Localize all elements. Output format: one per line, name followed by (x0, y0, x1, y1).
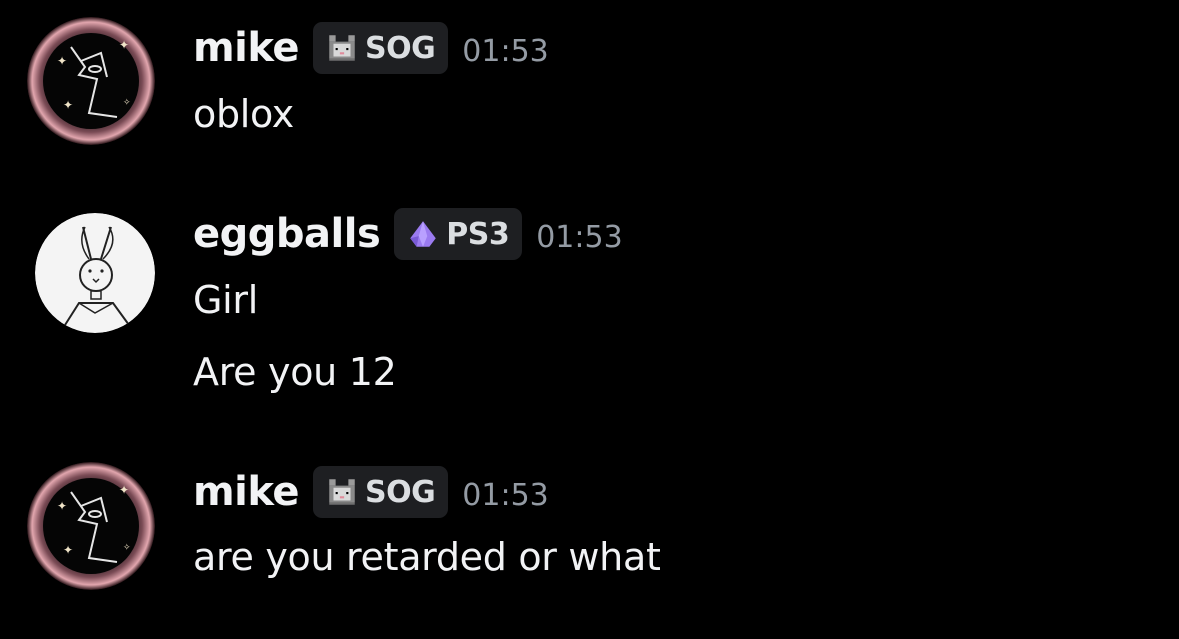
avatar-art-icon: ✦ ✦ ✦ ✧ (27, 17, 155, 145)
svg-text:✦: ✦ (57, 499, 67, 513)
svg-text:✧: ✧ (123, 543, 131, 553)
svg-text:✦: ✦ (63, 98, 73, 112)
svg-text:✦: ✦ (63, 543, 73, 557)
tag-label: SOG (365, 474, 436, 510)
message-text: Are you 12 (193, 350, 397, 394)
pixel-cat-icon (329, 35, 355, 61)
pixel-cat-icon (329, 479, 355, 505)
timestamp: 01:53 (462, 477, 549, 513)
message-text: oblox (193, 92, 294, 136)
username[interactable]: mike (193, 20, 300, 76)
timestamp: 01:53 (536, 219, 623, 255)
message-text: Girl (193, 278, 258, 322)
chat-message-list: ✦ ✦ ✦ ✧ mike SOG 01:53 oblox eggballs PS… (0, 0, 1179, 639)
avatar[interactable]: ✦ ✦ ✦ ✧ (27, 462, 155, 590)
svg-text:✦: ✦ (119, 38, 129, 52)
svg-text:✦: ✦ (119, 483, 129, 497)
svg-text:✧: ✧ (123, 98, 131, 108)
avatar-art-icon: ✦ ✦ ✦ ✧ (27, 462, 155, 590)
server-tag[interactable]: SOG (313, 466, 449, 518)
purple-gem-icon (410, 221, 436, 247)
message-header: mike SOG 01:53 (193, 464, 549, 520)
avatar-art-icon (35, 213, 155, 333)
avatar[interactable]: ✦ ✦ ✦ ✧ (27, 17, 155, 145)
svg-text:✦: ✦ (57, 54, 67, 68)
avatar[interactable] (35, 213, 155, 333)
message-text: are you retarded or what (193, 535, 661, 579)
server-tag[interactable]: SOG (313, 22, 449, 74)
timestamp: 01:53 (462, 33, 549, 69)
tag-label: PS3 (446, 216, 510, 252)
username[interactable]: eggballs (193, 206, 381, 262)
username[interactable]: mike (193, 464, 300, 520)
server-tag[interactable]: PS3 (394, 208, 523, 260)
message-header: mike SOG 01:53 (193, 20, 549, 76)
tag-label: SOG (365, 30, 436, 66)
message-header: eggballs PS3 01:53 (193, 206, 623, 262)
